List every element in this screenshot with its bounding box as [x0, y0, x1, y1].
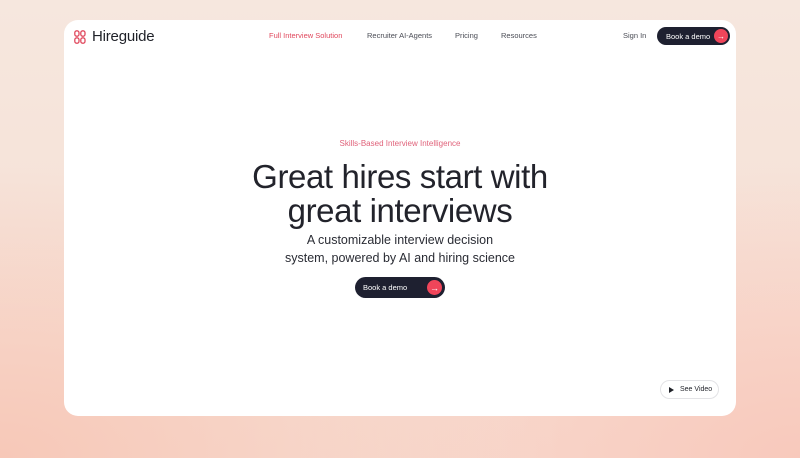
sign-in-link[interactable]: Sign In [623, 31, 646, 40]
hero-book-demo-label: Book a demo [363, 283, 408, 292]
nav-link-resources[interactable]: Resources [501, 31, 537, 40]
hero-subhead-line-2: system, powered by AI and hiring science [285, 251, 515, 265]
see-video-label: See Video [680, 386, 713, 393]
see-video-button[interactable]: See Video [660, 380, 719, 399]
nav-link-pricing[interactable]: Pricing [455, 31, 478, 40]
hero-headline-line-2: great interviews [287, 192, 513, 229]
logo[interactable]: Hireguide [74, 28, 155, 45]
hero-subhead-line-1: A customizable interview decision [306, 233, 494, 247]
arrow-right-icon: → [427, 280, 442, 295]
top-nav: Hireguide Full Interview Solution Recrui… [64, 20, 736, 54]
hero-book-demo-button[interactable]: Book a demo → [355, 277, 445, 298]
nav-book-demo-button[interactable]: Book a demo → [657, 27, 730, 45]
nav-link-recruiter-ai-agents[interactable]: Recruiter AI-Agents [367, 31, 432, 40]
hireguide-logo-icon [74, 29, 86, 44]
main-card: Hireguide Full Interview Solution Recrui… [64, 20, 736, 416]
arrow-right-icon: → [714, 29, 728, 43]
hero-eyebrow: Skills-Based Interview Intelligence [339, 139, 461, 148]
nav-link-full-interview-solution[interactable]: Full Interview Solution [269, 31, 342, 40]
brand-name: Hireguide [92, 28, 155, 45]
hero-subhead: A customizable interview decision system… [64, 231, 736, 267]
hero-headline: Great hires start with great interviews [64, 160, 736, 228]
play-icon [669, 386, 674, 393]
nav-book-demo-label: Book a demo [666, 31, 711, 41]
hero-headline-line-1: Great hires start with [252, 158, 548, 195]
